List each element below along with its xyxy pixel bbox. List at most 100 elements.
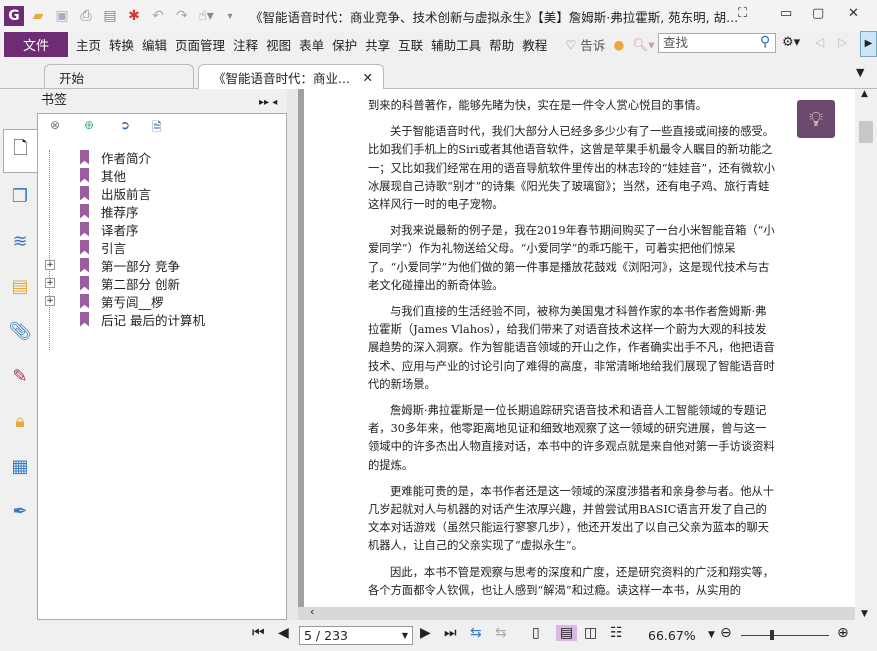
attachments-icon[interactable]: 📎︎ — [8, 319, 32, 343]
save-icon[interactable]: ▣ — [52, 6, 72, 26]
menu-share[interactable]: 共享 — [365, 35, 390, 54]
pages-icon[interactable]: ❐ — [8, 184, 32, 208]
menu-tools[interactable]: 辅助工具 — [431, 35, 481, 54]
heart-icon[interactable]: ● — [613, 37, 624, 52]
redo-icon[interactable]: ↷ — [172, 6, 192, 26]
page-number-input[interactable]: 5 / 233 ▼ — [299, 626, 413, 645]
bookmark-item[interactable]: 其他 — [80, 166, 126, 184]
tell-me-label[interactable]: 告诉 — [580, 35, 605, 54]
single-page-icon[interactable]: ▯ — [532, 625, 540, 641]
hand-tool-icon[interactable]: ☝▾ — [196, 6, 216, 26]
scroll-down-icon[interactable]: ▼ — [861, 609, 868, 619]
content-icon[interactable]: ▦ — [8, 454, 32, 478]
close-button[interactable]: ✕ — [848, 6, 859, 21]
last-page-button[interactable]: ⏭ — [444, 625, 457, 641]
menu-convert[interactable]: 转换 — [109, 35, 134, 54]
undo-icon[interactable]: ↶ — [148, 6, 168, 26]
properties-icon[interactable]: ▤ — [100, 6, 120, 26]
vertical-scrollbar[interactable]: ▲ ▼ — [855, 89, 877, 620]
search-icon[interactable]: ⚲ — [760, 34, 770, 50]
bookmark-item[interactable]: 作者简介 — [80, 148, 151, 166]
find-options-icon[interactable]: 🔍︎▾ — [632, 37, 654, 53]
bookmark-item[interactable]: 第二部分 创新 — [80, 274, 180, 292]
zoom-slider-thumb[interactable] — [770, 630, 774, 640]
security-lock-icon[interactable]: 🔒︎ — [8, 409, 32, 433]
next-view-icon[interactable]: ⇆ — [495, 625, 507, 641]
bookmark-label: 第亐闾__椤 — [101, 294, 164, 310]
zoom-out-button[interactable]: ⊖ — [720, 625, 732, 641]
customize-icon[interactable]: ▾ — [220, 6, 240, 26]
new-icon[interactable]: ✱ — [124, 6, 144, 26]
menu-home[interactable]: 主页 — [76, 35, 101, 54]
ribbon-expand-button[interactable]: ▶ — [860, 31, 877, 57]
search-input[interactable]: 查找 — [658, 33, 776, 53]
zoom-slider[interactable] — [741, 635, 829, 636]
expand-toggle[interactable]: + — [45, 278, 55, 288]
bookmark-icon — [80, 239, 89, 255]
zoom-level[interactable]: 66.67% — [648, 628, 696, 643]
open-icon[interactable]: ▰ — [28, 6, 48, 26]
comments-icon[interactable]: ▤ — [8, 274, 32, 298]
menu-help[interactable]: 帮助 — [489, 35, 514, 54]
scroll-left-icon[interactable]: ‹ — [310, 605, 314, 618]
bookmark-item[interactable]: 后记 最后的计算机 — [80, 310, 205, 328]
bookmark-options-icon[interactable]: 🗎︎ — [152, 118, 162, 139]
delete-bookmark-icon[interactable]: ⊗ — [50, 118, 60, 132]
tab-document[interactable]: 《智能语音时代：商业... ✕ — [198, 64, 384, 89]
bookmarks-panel-icon[interactable]: 🗋 — [3, 129, 37, 173]
tab-start[interactable]: 开始 — [44, 64, 194, 89]
menu-view[interactable]: 视图 — [266, 35, 291, 54]
navigation-sidebar: 🗋 ❐ ≋ ▤ 📎︎ ✎ 🔒︎ ▦ ✒ — [0, 89, 37, 620]
menu-form[interactable]: 表单 — [299, 35, 324, 54]
continuous-page-icon[interactable]: ▤ — [556, 625, 578, 641]
layers-icon[interactable]: ≋ — [8, 229, 32, 253]
facing-page-icon[interactable]: ◫ — [584, 625, 597, 641]
bookmark-item[interactable]: 第亐闾__椤 — [80, 292, 164, 310]
lightbulb-icon[interactable]: ♡ — [565, 37, 576, 52]
file-menu[interactable]: 文件 — [4, 32, 68, 57]
print-icon[interactable]: ⎙ — [76, 6, 96, 26]
scroll-thumb[interactable] — [859, 121, 873, 143]
scroll-up-icon[interactable]: ▲ — [861, 89, 868, 99]
add-bookmark-icon[interactable]: ⊕ — [84, 118, 94, 132]
next-page-button[interactable]: ▶ — [420, 625, 431, 641]
menu-protect[interactable]: 保护 — [332, 35, 357, 54]
previous-page-button[interactable]: ◀ — [278, 625, 289, 641]
ribbon-prev-icon[interactable]: ◁ — [815, 35, 824, 49]
bookmark-item[interactable]: 出版前言 — [80, 184, 151, 202]
previous-view-icon[interactable]: ⇆ — [470, 625, 482, 641]
panel-splitter[interactable] — [287, 89, 298, 620]
menu-comment[interactable]: 注释 — [233, 35, 258, 54]
fullscreen-icon[interactable]: ⛶ — [738, 6, 747, 21]
bookmark-item[interactable]: 推荐序 — [80, 202, 139, 220]
menu-tutorial[interactable]: 教程 — [522, 35, 547, 54]
continuous-facing-icon[interactable]: ☷ — [610, 625, 623, 641]
signature-icon[interactable]: ✎ — [8, 364, 32, 388]
certify-icon[interactable]: ✒ — [8, 499, 32, 523]
bookmark-item[interactable]: 引言 — [80, 238, 126, 256]
first-page-button[interactable]: ⏮ — [252, 625, 265, 641]
bookmark-label: 译者序 — [101, 222, 139, 238]
menu-connect[interactable]: 互联 — [398, 35, 423, 54]
bookmark-label: 推荐序 — [101, 204, 139, 220]
bookmark-item[interactable]: 第一部分 竞争 — [80, 256, 180, 274]
expand-toggle[interactable]: + — [45, 260, 55, 270]
zoom-in-button[interactable]: ⊕ — [837, 625, 849, 641]
panel-options-icon[interactable]: ▸▸ ◂ — [259, 91, 277, 115]
tab-bar: 开始 《智能语音时代：商业... ✕ ▼ — [0, 60, 877, 89]
minimize-button[interactable]: ▭ — [780, 6, 792, 21]
zoom-dropdown-icon[interactable]: ▼ — [708, 630, 715, 640]
expand-toggle[interactable]: + — [45, 296, 55, 306]
settings-icon[interactable]: ⚙▾ — [782, 35, 800, 50]
close-tab-icon[interactable]: ✕ — [363, 70, 373, 85]
menu-page-manage[interactable]: 页面管理 — [175, 35, 225, 54]
tab-list-icon[interactable]: ▼ — [856, 66, 864, 79]
bookmark-item[interactable]: 译者序 — [80, 220, 139, 238]
maximize-button[interactable]: ▢ — [812, 6, 824, 21]
lightbulb-tip-icon[interactable]: 💡︎ — [797, 100, 835, 138]
document-page: 到来的科普著作，能够先睹为快，实在是一件令人赏心悦目的事情。 关于智能语音时代，… — [304, 89, 855, 607]
goto-bookmark-icon[interactable]: ➲ — [120, 118, 130, 132]
menu-edit[interactable]: 编辑 — [142, 35, 167, 54]
horizontal-scrollbar[interactable]: ‹ — [298, 605, 855, 620]
ribbon-next-icon[interactable]: ▷ — [838, 35, 847, 49]
